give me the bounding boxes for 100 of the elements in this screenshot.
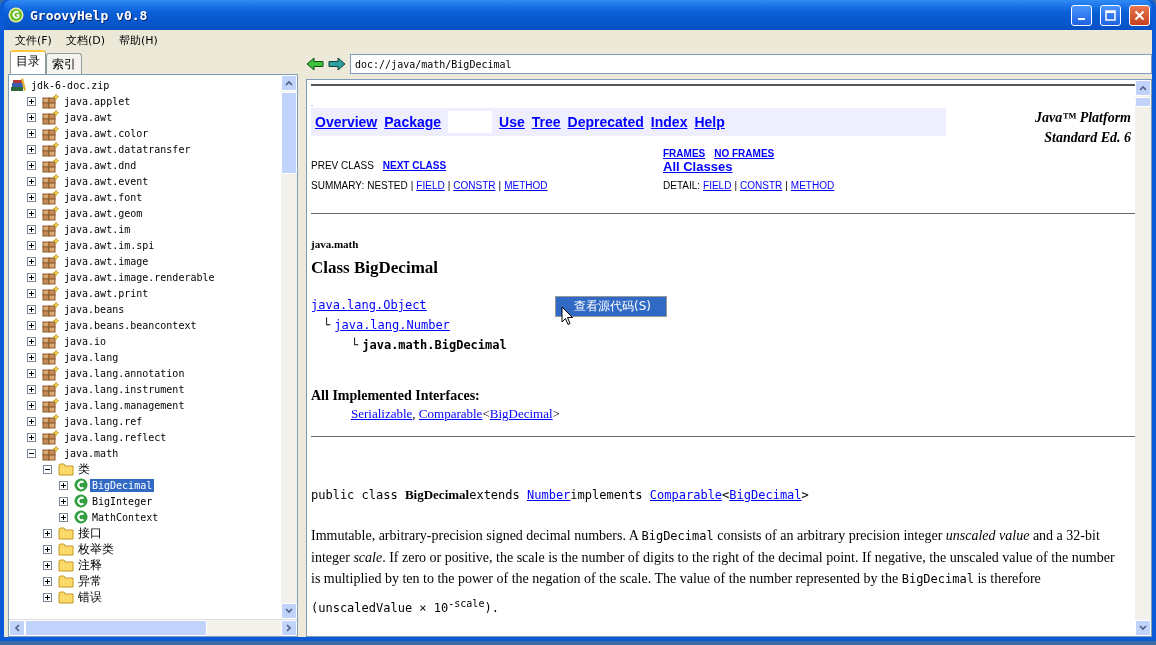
tab[interactable]: 目录 (10, 50, 46, 74)
tree-item[interactable]: java.awt.event (62, 174, 151, 188)
expand-toggle[interactable] (27, 368, 36, 378)
link[interactable]: CONSTR (740, 180, 783, 191)
expand-toggle[interactable] (27, 352, 36, 362)
link[interactable]: CONSTR (453, 180, 496, 191)
expand-toggle[interactable] (27, 112, 36, 122)
tree-item[interactable]: BigInteger (90, 494, 155, 508)
menu-item[interactable]: 文件(F) (8, 30, 59, 50)
expand-toggle[interactable] (27, 256, 36, 266)
link[interactable]: Comparable (649, 488, 723, 502)
scroll-thumb[interactable] (1135, 97, 1151, 107)
link[interactable]: BigDecimal (729, 488, 802, 502)
nav-link[interactable]: Use (499, 114, 525, 130)
collapse-toggle[interactable] (27, 448, 36, 458)
tree-item[interactable]: java.lang.annotation (62, 366, 187, 380)
expand-toggle[interactable] (27, 416, 36, 426)
expand-toggle[interactable] (43, 560, 52, 570)
scroll-up-button[interactable] (281, 75, 297, 91)
menu-item[interactable]: 帮助(H) (112, 30, 165, 50)
minimize-button[interactable] (1071, 4, 1092, 26)
tree-item[interactable]: 枚举类 (76, 540, 116, 558)
scroll-right-button[interactable] (281, 620, 297, 636)
tree-item[interactable]: java.awt.color (62, 126, 151, 140)
tree-item[interactable]: 异常 (76, 572, 104, 590)
expand-toggle[interactable] (27, 144, 36, 154)
tree-item[interactable]: java.awt.dnd (62, 158, 139, 172)
tree-item[interactable]: java.beans.beancontext (62, 318, 199, 332)
link[interactable]: java.lang.Number (334, 318, 450, 332)
tree-item[interactable]: java.lang.instrument (62, 382, 187, 396)
link[interactable]: METHOD (790, 180, 835, 191)
nav-link[interactable]: Help (694, 114, 725, 130)
link[interactable]: Comparable (418, 406, 483, 421)
expand-toggle[interactable] (43, 592, 52, 602)
tree-item[interactable]: java.lang.reflect (62, 430, 169, 444)
expand-toggle[interactable] (43, 528, 52, 538)
tree-item[interactable]: MathContext (90, 510, 161, 524)
link[interactable]: METHOD (504, 180, 548, 191)
tree-item[interactable]: java.awt.datatransfer (62, 142, 193, 156)
expand-toggle[interactable] (27, 96, 36, 106)
tree-item[interactable]: java.awt.im.spi (62, 238, 157, 252)
nav-link[interactable]: Index (650, 114, 688, 130)
forward-arrow-icon[interactable] (328, 57, 346, 71)
link[interactable]: FIELD (703, 180, 732, 191)
scroll-left-button[interactable] (9, 620, 25, 636)
tree-item[interactable]: BigDecimal (90, 478, 155, 492)
menu-item[interactable]: 文档(D) (58, 30, 112, 50)
scroll-up-button[interactable] (1135, 80, 1151, 96)
collapse-toggle[interactable] (43, 464, 52, 474)
tab[interactable]: 索引 (46, 53, 82, 74)
tree-item[interactable]: java.awt.image.renderable (62, 270, 217, 284)
tree-item[interactable]: jdk-6-doc.zip (29, 78, 112, 92)
expand-toggle[interactable] (27, 192, 36, 202)
tree-item[interactable]: java.awt (62, 110, 115, 124)
expand-toggle[interactable] (59, 496, 68, 506)
expand-toggle[interactable] (27, 176, 36, 186)
tree-item[interactable]: java.awt.im (62, 222, 133, 236)
tree-item[interactable]: java.lang.ref (62, 414, 145, 428)
link[interactable]: FIELD (416, 180, 445, 191)
expand-toggle[interactable] (59, 480, 68, 490)
link[interactable]: FRAMES (663, 148, 706, 159)
tree-item[interactable]: java.io (62, 334, 109, 348)
expand-toggle[interactable] (27, 288, 36, 298)
back-arrow-icon[interactable] (306, 57, 324, 71)
tree-item[interactable]: 类 (76, 460, 92, 478)
nav-link[interactable]: Package (384, 114, 442, 130)
scroll-thumb[interactable] (281, 92, 297, 174)
tree-item[interactable]: java.math (62, 446, 121, 460)
nav-link[interactable]: Tree (531, 114, 561, 130)
tree-item[interactable]: java.lang (62, 350, 121, 364)
expand-toggle[interactable] (27, 128, 36, 138)
tree-item[interactable]: java.beans (62, 302, 127, 316)
expand-toggle[interactable] (27, 336, 36, 346)
expand-toggle[interactable] (27, 240, 36, 250)
horizontal-scrollbar[interactable] (9, 619, 297, 636)
expand-toggle[interactable] (27, 384, 36, 394)
expand-toggle[interactable] (27, 160, 36, 170)
close-button[interactable] (1129, 4, 1150, 26)
context-menu-item[interactable]: 查看源代码(S) (555, 296, 667, 317)
link[interactable]: NEXT CLASS (382, 159, 447, 171)
expand-toggle[interactable] (27, 400, 36, 410)
address-field[interactable]: doc://java/math/BigDecimal (350, 54, 1152, 74)
scroll-down-button[interactable] (281, 603, 297, 619)
expand-toggle[interactable] (43, 576, 52, 586)
expand-toggle[interactable] (59, 512, 68, 522)
tree-item[interactable]: java.applet (62, 94, 133, 108)
scrollbar[interactable] (1135, 80, 1151, 636)
tree-item[interactable]: java.awt.geom (62, 206, 145, 220)
link[interactable]: All Classes (663, 159, 1135, 174)
tree-item[interactable]: 接口 (76, 524, 104, 542)
link[interactable]: java.lang.Object (311, 298, 427, 312)
tree-item[interactable]: java.lang.management (62, 398, 187, 412)
expand-toggle[interactable] (27, 224, 36, 234)
expand-toggle[interactable] (27, 320, 36, 330)
link[interactable]: BigDecimal (489, 406, 553, 421)
tree-item[interactable]: 注释 (76, 556, 104, 574)
link[interactable]: NO FRAMES (714, 148, 775, 159)
expand-toggle[interactable] (27, 432, 36, 442)
expand-toggle[interactable] (43, 544, 52, 554)
tree-item[interactable]: java.awt.font (62, 190, 145, 204)
